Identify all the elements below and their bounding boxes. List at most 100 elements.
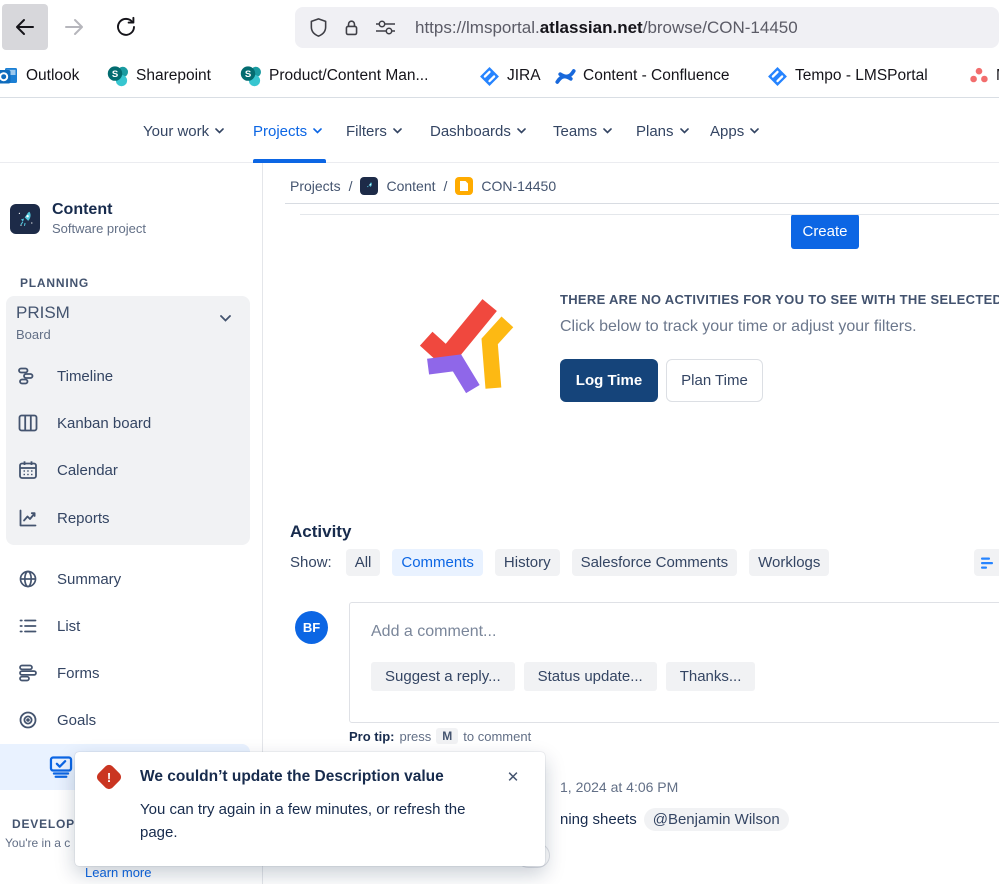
comment-box[interactable]: Add a comment... Suggest a reply... Stat… xyxy=(349,602,999,723)
bookmark-tempo[interactable]: Tempo - LMSPortal xyxy=(767,55,928,97)
filter-all[interactable]: All xyxy=(346,549,381,576)
breadcrumb-issue[interactable]: CON-14450 xyxy=(481,178,556,194)
bookmark-jira[interactable]: JIRA xyxy=(479,55,541,97)
sidebar-item-goals[interactable]: Goals xyxy=(0,700,250,740)
breadcrumb-project[interactable]: Content xyxy=(386,178,435,194)
filter-worklogs[interactable]: Worklogs xyxy=(749,549,829,576)
sidebar-item-timeline[interactable]: Timeline xyxy=(0,356,250,396)
reload-icon xyxy=(115,16,137,38)
chevron-down-icon xyxy=(393,128,402,134)
url-domain: atlassian.net xyxy=(540,18,643,37)
sidebar-item-list[interactable]: List xyxy=(0,606,250,646)
svg-text:S: S xyxy=(112,69,118,80)
sharepoint-icon: S xyxy=(107,65,129,87)
browser-toolbar: https://lmsportal.atlassian.net/browse/C… xyxy=(0,0,999,55)
lock-icon[interactable] xyxy=(342,18,361,37)
project-rocket-icon xyxy=(360,177,378,195)
nav-label: Your work xyxy=(143,123,209,140)
sidebar-item-label: Kanban board xyxy=(57,415,151,432)
sidebar-footer-note: You're in a c xyxy=(5,836,70,850)
error-icon xyxy=(95,763,123,791)
quick-reply-thanks[interactable]: Thanks... xyxy=(666,662,756,691)
active-nav-underline xyxy=(253,159,326,163)
pro-tip-bold: Pro tip: xyxy=(349,729,395,744)
comment-date-fragment: 1, 2024 at 4:06 PM xyxy=(560,779,678,795)
sidebar-item-kanban-board[interactable]: Kanban board xyxy=(0,403,250,443)
nav-plans[interactable]: Plans xyxy=(636,100,689,162)
bookmark-sharepoint[interactable]: S Sharepoint xyxy=(107,55,211,97)
filter-history[interactable]: History xyxy=(495,549,560,576)
pro-tip-post: to comment xyxy=(463,729,531,744)
board-name[interactable]: PRISM xyxy=(16,303,70,323)
comment-placeholder: Add a comment... xyxy=(371,623,496,641)
empty-state-title: THERE ARE NO ACTIVITIES FOR YOU TO SEE W… xyxy=(560,292,999,307)
url-path: /browse/CON-14450 xyxy=(643,18,798,37)
chevron-down-icon xyxy=(680,128,689,134)
nav-filters[interactable]: Filters xyxy=(346,100,402,162)
timeline-icon xyxy=(18,366,38,386)
bookmark-product-content[interactable]: S Product/Content Man... xyxy=(240,55,428,97)
nav-label: Projects xyxy=(253,123,307,140)
keyboard-key-m: M xyxy=(436,728,458,744)
toast-body: You can try again in a few minutes, or r… xyxy=(140,798,476,845)
bookmark-label: Content - Confluence xyxy=(583,67,729,85)
sidebar-item-calendar[interactable]: Calendar xyxy=(0,450,250,490)
permissions-icon[interactable] xyxy=(374,19,397,36)
show-label: Show: xyxy=(290,554,332,571)
bookmarks-bar: Outlook S Sharepoint S Product/Content M… xyxy=(0,55,999,98)
breadcrumb-separator: / xyxy=(444,178,448,194)
confluence-icon xyxy=(555,66,576,87)
back-button[interactable] xyxy=(2,4,48,50)
sharepoint-icon: S xyxy=(240,65,262,87)
header-divider xyxy=(285,203,999,204)
sidebar-item-label: Goals xyxy=(57,712,96,729)
quick-reply-status[interactable]: Status update... xyxy=(524,662,657,691)
learn-more-link[interactable]: Learn more xyxy=(85,865,151,880)
filter-comments[interactable]: Comments xyxy=(392,549,483,576)
project-type: Software project xyxy=(52,221,146,236)
user-avatar[interactable]: BF xyxy=(295,611,328,644)
chevron-down-icon xyxy=(517,128,526,134)
target-icon xyxy=(18,710,38,730)
nav-dashboards[interactable]: Dashboards xyxy=(430,100,526,162)
planning-section-header: PLANNING xyxy=(20,276,89,290)
chevron-down-icon xyxy=(215,128,224,134)
back-arrow-icon xyxy=(13,15,37,39)
sidebar-item-reports[interactable]: Reports xyxy=(0,498,250,538)
bookmark-asana[interactable]: M xyxy=(969,55,999,97)
filter-salesforce-comments[interactable]: Salesforce Comments xyxy=(572,549,738,576)
sidebar-item-summary[interactable]: Summary xyxy=(0,559,250,599)
bookmark-confluence[interactable]: Content - Confluence xyxy=(555,55,729,97)
plan-time-button[interactable]: Plan Time xyxy=(666,359,763,402)
kanban-icon xyxy=(18,413,38,433)
pro-tip: Pro tip: press M to comment xyxy=(349,728,531,744)
nav-teams[interactable]: Teams xyxy=(553,100,612,162)
chevron-down-icon[interactable] xyxy=(220,315,231,322)
bookmark-label: Sharepoint xyxy=(136,67,211,85)
jira-icon xyxy=(479,66,500,87)
activity-sort-button[interactable] xyxy=(974,549,999,576)
shield-icon[interactable] xyxy=(308,17,329,38)
chevron-down-icon xyxy=(603,128,612,134)
pro-tip-press: press xyxy=(400,729,432,744)
toast-close-icon[interactable]: ✕ xyxy=(502,766,524,788)
comment-text-fragment: ning sheets @Benjamin Wilson xyxy=(560,808,789,831)
bookmark-label: Tempo - LMSPortal xyxy=(795,67,928,85)
bookmark-outlook[interactable]: Outlook xyxy=(0,55,79,97)
nav-your-work[interactable]: Your work xyxy=(143,100,224,162)
board-type: Board xyxy=(16,327,51,342)
project-avatar-rocket-icon[interactable] xyxy=(10,204,40,234)
forward-button[interactable] xyxy=(54,4,94,50)
sidebar-item-forms[interactable]: Forms xyxy=(0,653,250,693)
reload-button[interactable] xyxy=(104,4,148,50)
breadcrumb-projects[interactable]: Projects xyxy=(290,178,341,194)
nav-projects[interactable]: Projects xyxy=(253,100,322,162)
url-bar[interactable]: https://lmsportal.atlassian.net/browse/C… xyxy=(295,7,999,48)
log-time-button[interactable]: Log Time xyxy=(560,359,658,402)
sidebar-item-label: Calendar xyxy=(57,462,118,479)
create-button[interactable]: Create xyxy=(791,214,859,249)
quick-reply-suggest[interactable]: Suggest a reply... xyxy=(371,662,515,691)
nav-apps[interactable]: Apps xyxy=(710,100,759,162)
mention-benjamin-wilson[interactable]: @Benjamin Wilson xyxy=(644,808,789,831)
sidebar-item-label: Timeline xyxy=(57,368,113,385)
